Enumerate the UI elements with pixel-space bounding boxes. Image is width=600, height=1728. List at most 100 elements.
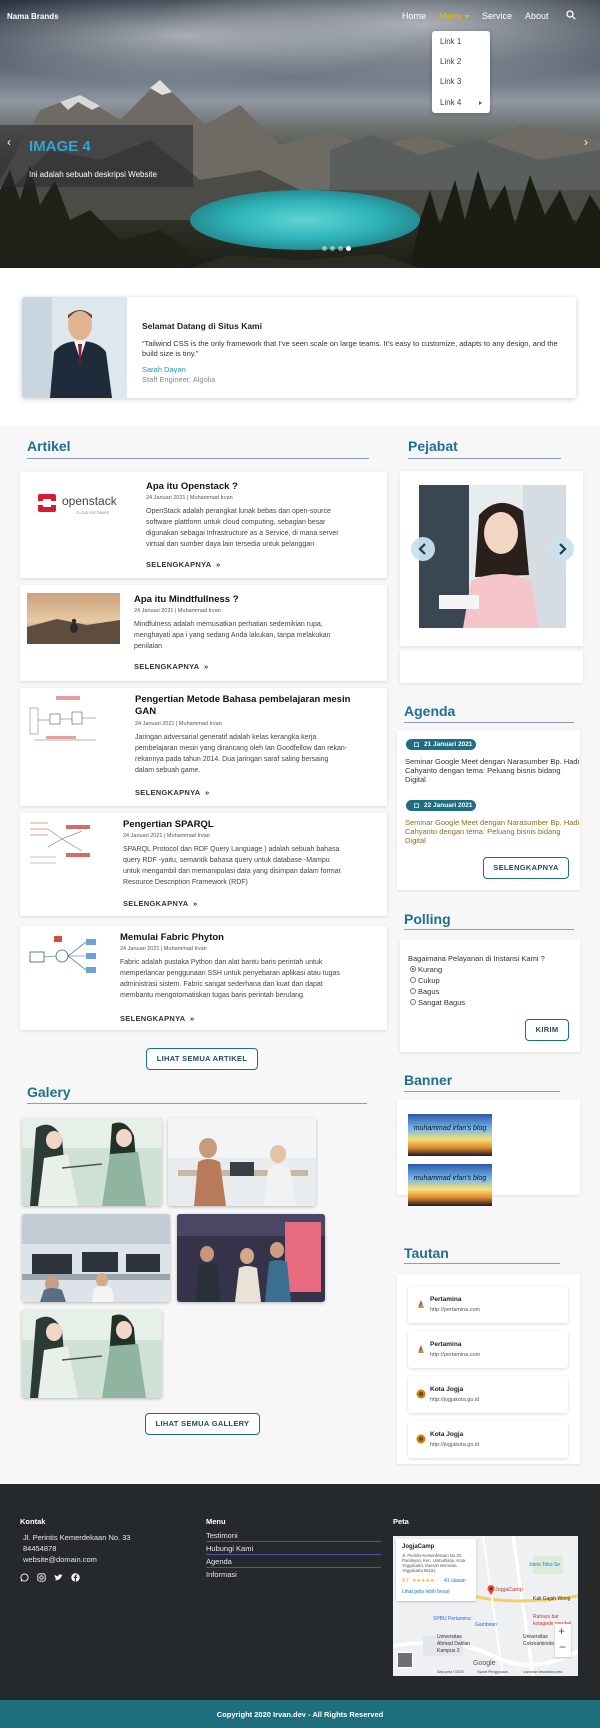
testimonial-role: Staff Engineer, Algolia <box>142 375 216 384</box>
carousel-prev-button[interactable]: ‹ <box>7 135 11 149</box>
copyright-text: Copyright 2020 Irvan.dev - All Rights Re… <box>216 1710 384 1719</box>
view-all-articles-button[interactable]: LIHAT SEMUA ARTIKEL <box>146 1048 258 1070</box>
map-label: SPBU Pertamina <box>433 1616 471 1622</box>
map-report-link[interactable]: Laporkan kesalahan peta <box>523 1670 562 1674</box>
article-title[interactable]: Pengertian SPARQL <box>123 819 214 831</box>
tautan-divider <box>404 1263 560 1264</box>
agenda-text-line[interactable]: Digital <box>405 836 426 846</box>
agenda-text-line[interactable]: Cahyanto dengan tema: Peluang bisnis bid… <box>405 827 561 837</box>
gallery-image[interactable] <box>22 1214 170 1302</box>
carousel-prev-button[interactable] <box>411 537 435 561</box>
footer-menu-item[interactable]: Hubungi Kami <box>206 1544 381 1555</box>
pejabat-heading: Pejabat <box>408 438 458 454</box>
view-all-gallery-button[interactable]: LIHAT SEMUA GALLERY <box>145 1413 260 1435</box>
gallery-image[interactable] <box>168 1118 316 1206</box>
double-chevron-right-icon: » <box>189 1014 195 1023</box>
read-more-label: SELENGKAPNYA <box>134 662 200 671</box>
dropdown-link-1[interactable]: Link 1 <box>440 37 461 46</box>
read-more-link[interactable]: SELENGKAPNYA » <box>120 1014 194 1023</box>
read-more-link[interactable]: SELENGKAPNYA » <box>135 788 209 797</box>
gallery-image[interactable] <box>22 1118 162 1206</box>
zoom-in-button[interactable]: + <box>558 1624 565 1638</box>
map-rating: 4,7 <box>402 1578 409 1584</box>
poll-submit-button[interactable]: KIRIM <box>525 1019 569 1041</box>
facebook-icon[interactable] <box>71 1573 80 1582</box>
banner-image[interactable]: muhammad irfan's blog <box>408 1114 492 1156</box>
map-attribution: Data peta ©2025 <box>437 1670 464 1674</box>
map-label: Kampus 2 <box>437 1648 460 1654</box>
agenda-text-line[interactable]: Digital <box>405 775 426 785</box>
map-reviews-link[interactable]: 41 ulasan <box>444 1578 466 1584</box>
poll-option[interactable]: Cukup <box>410 976 440 985</box>
chevron-left-icon <box>418 543 426 555</box>
carousel-dot[interactable] <box>330 246 335 251</box>
whatsapp-icon[interactable] <box>20 1573 29 1582</box>
agenda-text-line[interactable]: Cahyanto dengan tema: Peluang bisnis bid… <box>405 766 561 776</box>
article-meta: 24 Januari 2021 | Muhammad Irvan <box>135 721 222 727</box>
article-title-line[interactable]: Pengertian Metode Bahasa pembelajaran me… <box>135 694 350 706</box>
link-card[interactable]: Pertamina http://pertamina.com <box>408 1286 568 1323</box>
dropdown-link-3[interactable]: Link 3 <box>440 77 461 86</box>
agenda-divider <box>404 722 574 723</box>
radio[interactable] <box>410 977 416 983</box>
gallery-image[interactable] <box>177 1214 325 1302</box>
carousel-next-button[interactable] <box>550 537 574 561</box>
article-desc-line: digunakan sebagai Infrastructure as a Se… <box>146 530 339 537</box>
contact-email[interactable]: website@domain.com <box>23 1555 97 1564</box>
radio[interactable] <box>410 988 416 994</box>
link-card[interactable]: Pertamina http://pertamina.com <box>408 1331 568 1368</box>
article-title[interactable]: Memulai Fabric Phyton <box>120 932 224 944</box>
nav-service[interactable]: Service <box>482 11 512 21</box>
radio[interactable] <box>410 999 416 1005</box>
article-desc-line: pembelajaran mesin yang dirancang oleh I… <box>135 745 348 752</box>
article-desc-line: software plattform untuk cloud computing… <box>146 519 326 526</box>
zoom-out-button[interactable]: − <box>559 1640 566 1654</box>
articles-heading: Artikel <box>27 438 71 454</box>
banner-image[interactable]: muhammad irfan's blog <box>408 1164 492 1206</box>
article-desc-line: membantu mengotomatiskan tugas baris per… <box>120 992 305 999</box>
read-more-link[interactable]: SELENGKAPNYA » <box>123 899 197 908</box>
embedded-map[interactable]: JogjaCamp Jl. Perintis Kemerdekaan No.33… <box>393 1536 578 1676</box>
instagram-icon[interactable] <box>37 1573 46 1582</box>
article-title[interactable]: Apa itu Openstack ? <box>146 481 238 493</box>
carousel-dot-active[interactable] <box>346 246 351 251</box>
poll-option[interactable]: Sangat Bagus <box>410 998 465 1007</box>
pejabat-card-footer <box>400 651 583 683</box>
map-larger-link[interactable]: Lihat peta lebih besar <box>402 1589 450 1595</box>
footer-menu-heading: Menu <box>206 1517 226 1526</box>
map-terms-link[interactable]: Syarat Penggunaan <box>477 1670 508 1674</box>
nav-home[interactable]: Home <box>402 11 426 21</box>
nav-menu-label: Menu <box>439 11 462 21</box>
map-label: Kali Gajah Wong <box>533 1596 571 1602</box>
map-satellite-toggle[interactable] <box>397 1652 413 1668</box>
carousel-dot[interactable] <box>338 246 343 251</box>
hero-description: Ini adalah sebuah deskripsi Website <box>29 170 157 179</box>
read-more-link[interactable]: SELENGKAPNYA » <box>134 662 208 671</box>
footer-menu-item[interactable]: Testimoni <box>206 1531 381 1542</box>
carousel-dot[interactable] <box>322 246 327 251</box>
link-card[interactable]: Kota Jogja http://jogjakota.go.id <box>408 1421 568 1458</box>
nav-about[interactable]: About <box>525 11 549 21</box>
read-more-link[interactable]: SELENGKAPNYA » <box>146 560 220 569</box>
footer-menu-item[interactable]: Agenda <box>206 1557 381 1568</box>
link-card[interactable]: Kota Jogja http://jogjakota.go.id <box>408 1376 568 1413</box>
carousel-next-button[interactable]: › <box>584 135 588 149</box>
article-title-line[interactable]: GAN <box>135 706 156 718</box>
poll-option[interactable]: Kurang <box>410 965 442 974</box>
brand-logo[interactable]: Nama Brands <box>7 12 59 21</box>
agenda-more-button[interactable]: SELENGKAPNYA <box>483 857 569 879</box>
dropdown-link-4[interactable]: Link 4 <box>440 98 461 107</box>
map-pin-icon <box>487 1585 495 1595</box>
rating-stars-icon: ★★★★★ <box>412 1578 435 1584</box>
footer-menu-item[interactable]: Informasi <box>206 1570 381 1580</box>
dropdown-link-2[interactable]: Link 2 <box>440 57 461 66</box>
article-title[interactable]: Apa itu Mindtfullness ? <box>134 594 239 606</box>
twitter-icon[interactable] <box>54 1573 63 1582</box>
poll-option[interactable]: Bagus <box>410 987 439 996</box>
map-zoom-controls: + − <box>555 1624 571 1657</box>
nav-menu[interactable]: Menu <box>439 11 470 21</box>
search-icon[interactable] <box>566 10 576 20</box>
article-desc-line: Resource Description Framework (RDF) <box>123 879 248 886</box>
gallery-image[interactable] <box>22 1310 162 1398</box>
radio-selected[interactable] <box>410 966 416 972</box>
